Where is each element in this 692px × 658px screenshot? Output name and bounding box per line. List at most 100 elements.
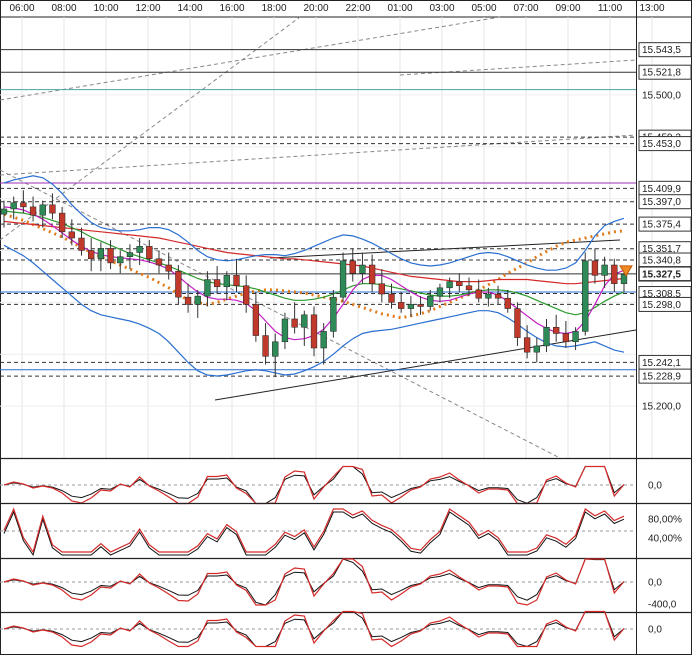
level-label: 15.375,4 bbox=[642, 220, 681, 231]
candle-body bbox=[272, 341, 279, 357]
candle-body bbox=[543, 327, 550, 347]
price-tick-label: 15.500,0 bbox=[642, 90, 681, 101]
time-tick-label: 06:00 bbox=[9, 3, 34, 14]
candle-body bbox=[485, 293, 492, 299]
candle-body bbox=[136, 246, 143, 253]
time-tick-label: 05:00 bbox=[471, 3, 496, 14]
candle-body bbox=[155, 258, 163, 266]
candle-body bbox=[117, 256, 124, 264]
candle-body bbox=[281, 318, 289, 343]
candle-body bbox=[58, 212, 66, 233]
trendline bbox=[399, 59, 637, 76]
candle-body bbox=[146, 246, 153, 260]
level-label: 15.242,1 bbox=[642, 358, 681, 369]
candle-body bbox=[0, 208, 8, 215]
candle-body bbox=[427, 295, 434, 307]
cci-tick-label: 0,0 bbox=[648, 578, 662, 589]
indicator-series-line bbox=[3, 210, 625, 316]
time-tick-label: 13:00 bbox=[639, 3, 664, 14]
candle-body bbox=[97, 248, 105, 260]
candle-body bbox=[475, 289, 482, 299]
candle-body bbox=[213, 279, 221, 288]
candle-body bbox=[611, 264, 618, 284]
time-tick-label: 10:00 bbox=[93, 3, 118, 14]
time-tick-label: 14:00 bbox=[177, 3, 202, 14]
time-tick-label: 12:00 bbox=[135, 3, 160, 14]
chart-svg: 15.543,515.521,815.459,215.453,015.409,9… bbox=[0, 0, 692, 655]
level-label: 15.521,8 bbox=[642, 68, 681, 79]
candle-body bbox=[582, 260, 589, 332]
trendline bbox=[0, 16, 501, 101]
time-tick-label: 08:00 bbox=[51, 3, 76, 14]
candle-body bbox=[262, 335, 269, 357]
candle-body bbox=[359, 264, 366, 274]
candle-body bbox=[39, 204, 46, 216]
candle-body bbox=[233, 275, 240, 287]
candle-body bbox=[378, 283, 385, 295]
trendline bbox=[0, 134, 637, 176]
level-label: 15.397,0 bbox=[642, 197, 681, 208]
candle-body bbox=[184, 296, 192, 305]
level-label: 15.298,0 bbox=[642, 300, 681, 311]
candle-body bbox=[533, 345, 540, 353]
macd-tick-label: 0,0 bbox=[648, 481, 662, 492]
level-label: 15.453,0 bbox=[642, 139, 681, 150]
candle-body bbox=[591, 260, 599, 276]
time-tick-label: 03:00 bbox=[429, 3, 454, 14]
level-label: 15.543,5 bbox=[642, 45, 681, 56]
candle-body bbox=[330, 296, 337, 332]
trading-chart: 15.543,515.521,815.459,215.453,015.409,9… bbox=[0, 0, 692, 655]
level-label: 15.228,9 bbox=[642, 372, 681, 383]
price-tick-label: 15.200,0 bbox=[642, 402, 681, 413]
candle-body bbox=[165, 264, 172, 272]
candle-body bbox=[465, 285, 473, 291]
candle-body bbox=[68, 231, 75, 239]
candle-body bbox=[223, 275, 230, 288]
candle-body bbox=[126, 252, 134, 257]
level-label: 15.340,8 bbox=[642, 256, 681, 267]
candle-body bbox=[10, 202, 17, 210]
time-tick-label: 18:00 bbox=[261, 3, 286, 14]
candle-body bbox=[436, 287, 444, 297]
stochastic-tick-label: 40,00% bbox=[648, 534, 682, 545]
candle-body bbox=[310, 314, 318, 349]
candle-body bbox=[107, 248, 114, 264]
candle-body bbox=[398, 302, 405, 309]
candle-body bbox=[417, 304, 424, 307]
momentum-tick-label: 0,0 bbox=[648, 625, 662, 636]
candle-body bbox=[504, 297, 511, 309]
candle-body bbox=[407, 304, 415, 309]
candle-body bbox=[20, 202, 27, 208]
trendline bbox=[0, 169, 561, 459]
candle-body bbox=[49, 204, 56, 214]
time-tick-label: 20:00 bbox=[303, 3, 328, 14]
candle-body bbox=[243, 285, 250, 305]
candle-body bbox=[368, 264, 376, 284]
stochastic-tick-label: 80,00% bbox=[648, 515, 682, 526]
indicator-series-line bbox=[3, 220, 625, 285]
candle-body bbox=[320, 331, 327, 349]
candle-body bbox=[339, 260, 347, 298]
candle-body bbox=[514, 308, 521, 338]
time-tick-label: 22:00 bbox=[345, 3, 370, 14]
candle-body bbox=[446, 281, 453, 289]
time-tick-label: 09:00 bbox=[555, 3, 580, 14]
candle-body bbox=[572, 331, 579, 343]
time-tick-label: 07:00 bbox=[513, 3, 538, 14]
time-tick-label: 11:00 bbox=[598, 3, 623, 14]
cci-tick-label: -400,0 bbox=[648, 600, 677, 611]
level-label: 15.327,5 bbox=[642, 269, 681, 280]
candle-body bbox=[301, 314, 308, 328]
candle-body bbox=[204, 279, 211, 297]
stochastic-signal-line bbox=[3, 510, 625, 557]
candle-body bbox=[78, 237, 85, 251]
candle-body bbox=[388, 293, 395, 303]
time-tick-label: 01:00 bbox=[387, 3, 412, 14]
candle-body bbox=[553, 327, 560, 334]
candle-body bbox=[494, 293, 502, 299]
candle-body bbox=[252, 304, 260, 336]
candle-body bbox=[88, 250, 95, 260]
candle-body bbox=[562, 333, 570, 343]
candle-body bbox=[456, 281, 463, 287]
level-label: 15.409,9 bbox=[642, 184, 681, 195]
